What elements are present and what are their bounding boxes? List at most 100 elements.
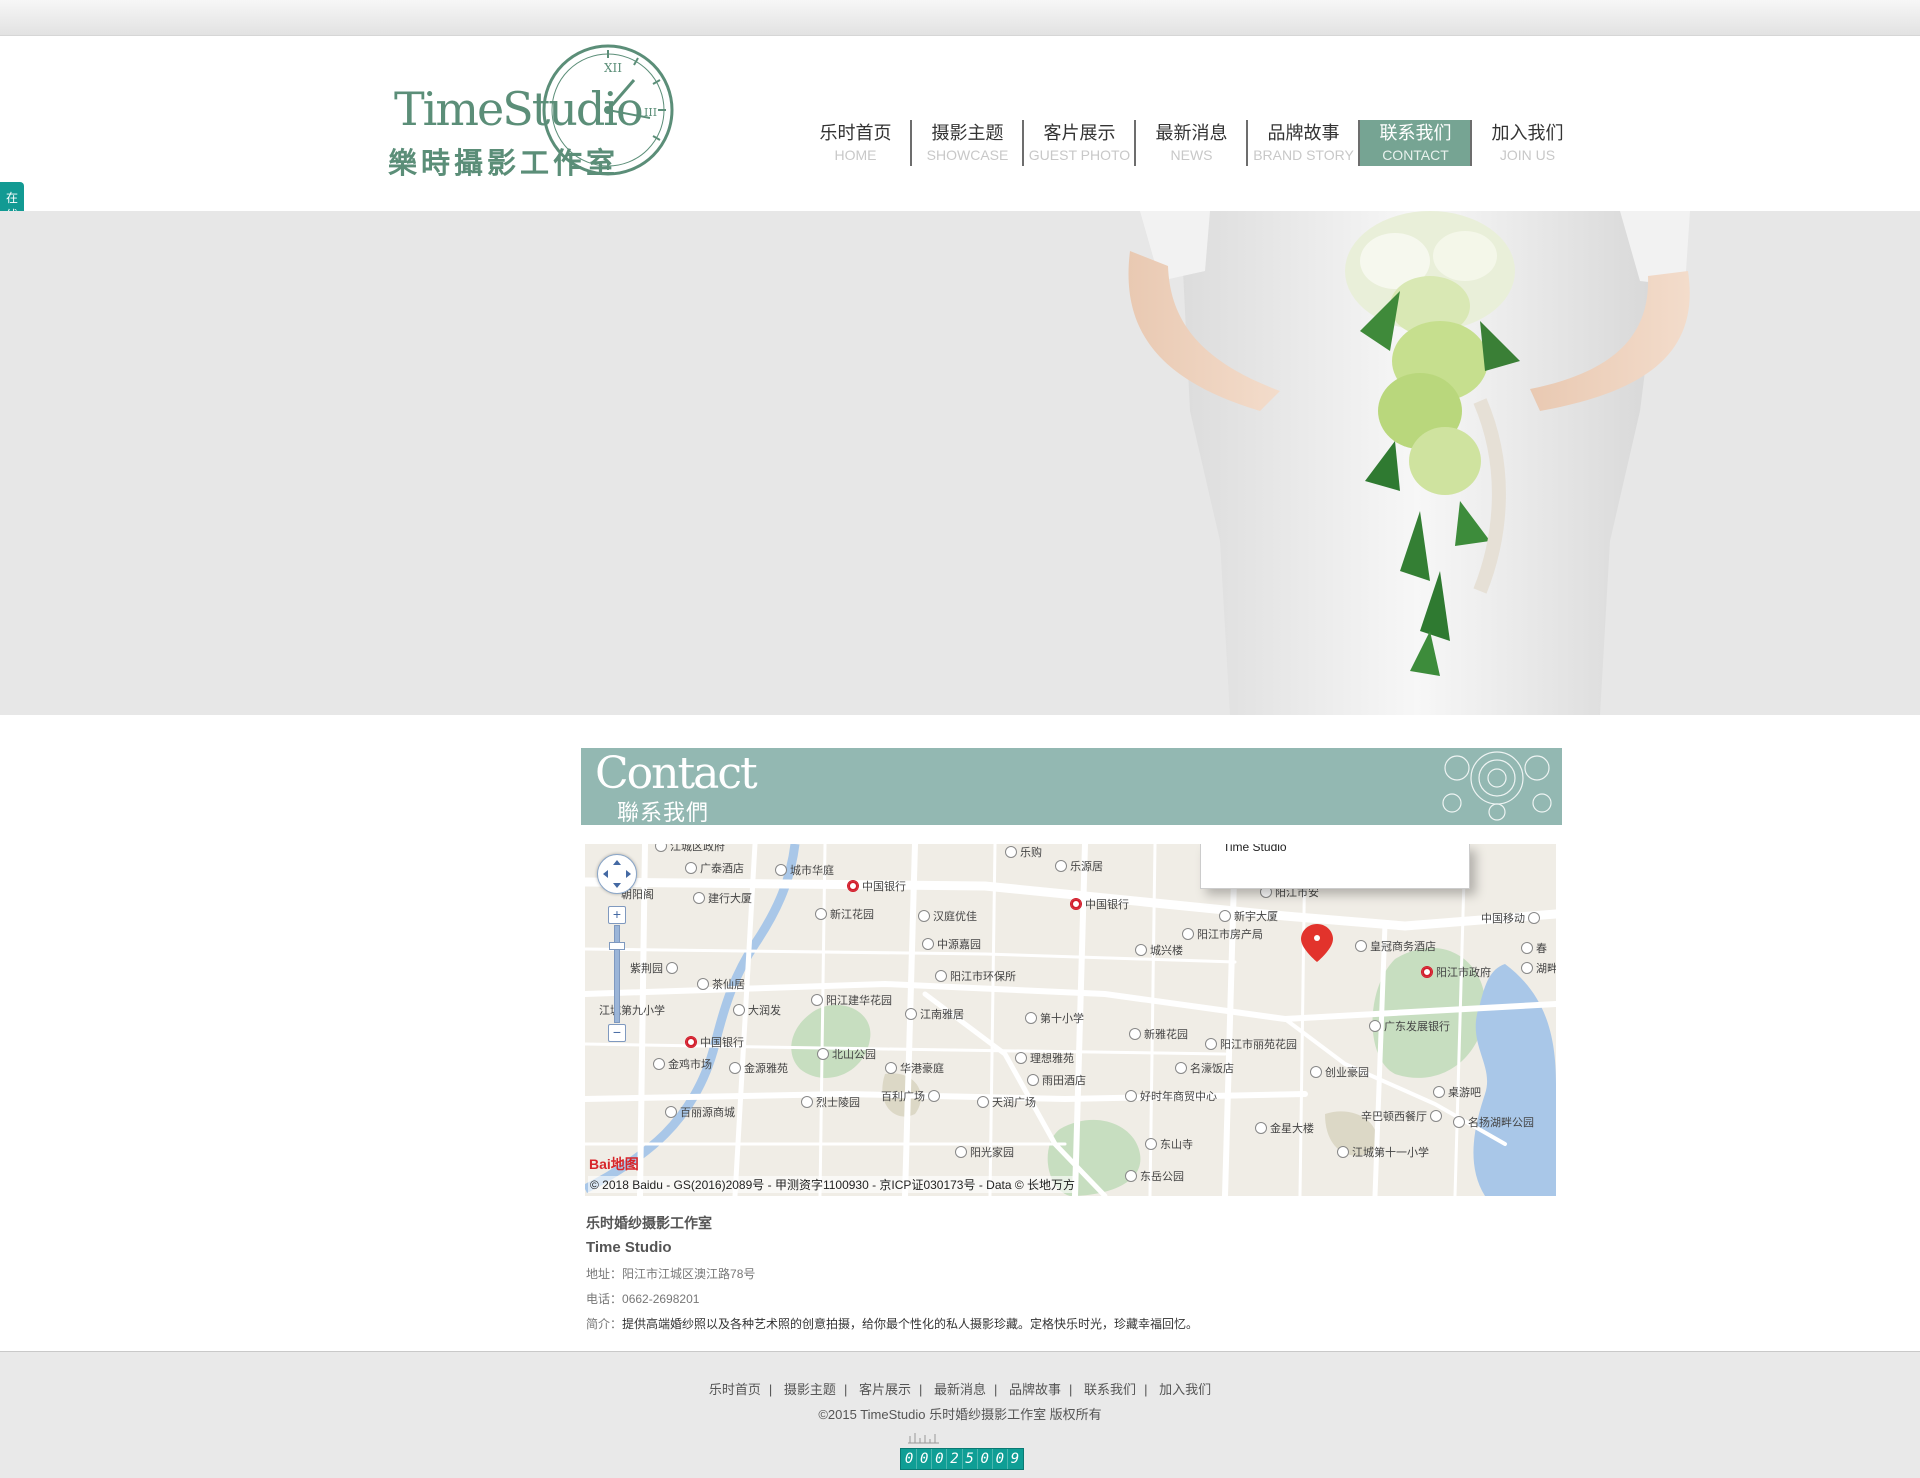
contact-title-en: Contact	[595, 748, 758, 799]
map-poi: 阳江建华花园	[811, 992, 892, 1008]
footer-link-news[interactable]: 最新消息	[934, 1382, 986, 1397]
nav-label-cn: 品牌故事	[1267, 123, 1340, 143]
map-poi: 理想雅苑	[1015, 1050, 1074, 1066]
zoom-slider-handle[interactable]	[609, 942, 625, 950]
contact-info: 乐时婚纱摄影工作室 Time Studio 地址：阳江市江城区澳江路78号 电话…	[586, 1213, 1198, 1333]
site-logo[interactable]: XII III TimeStudio 樂時攝影工作室	[388, 40, 688, 180]
counter-digit: 2	[947, 1449, 963, 1469]
map-poi: 湖畔	[1521, 960, 1556, 976]
map-poi: 名扬湖畔公园	[1453, 1114, 1534, 1130]
map-poi: 中源嘉园	[922, 936, 981, 952]
map-poi: 金源雅苑	[729, 1060, 788, 1076]
map-poi: 名濠饭店	[1175, 1060, 1234, 1076]
svg-text:XII: XII	[604, 61, 622, 75]
address-label: 地址：	[586, 1267, 623, 1281]
map-poi: 金鸡市场	[653, 1056, 712, 1072]
map-copyright: © 2018 Baidu - GS(2016)2089号 - 甲测资字11009…	[588, 1176, 1078, 1193]
footer-link-brand-story[interactable]: 品牌故事	[1009, 1382, 1061, 1397]
footer-link-home[interactable]: 乐时首页	[709, 1382, 761, 1397]
nav-label-en: GUEST PHOTO	[1028, 147, 1131, 163]
map-poi: 城兴楼	[1135, 942, 1183, 958]
hero-banner	[0, 211, 1920, 715]
nav-label-cn: 乐时首页	[819, 123, 892, 143]
map-poi: 金星大楼	[1255, 1120, 1314, 1136]
nav-label-en: HOME	[834, 147, 877, 163]
map-poi: 辛巴顿西餐厅	[1361, 1108, 1445, 1124]
intro-label: 简介：	[586, 1317, 623, 1331]
nav-label-en: SHOWCASE	[926, 147, 1009, 163]
nav-item-news[interactable]: 最新消息 NEWS	[1136, 120, 1248, 166]
contact-title-cn: 聯系我們	[617, 800, 710, 825]
map-poi: 江城第十一小学	[1337, 1144, 1429, 1160]
bride-bouquet-illustration	[1128, 211, 1690, 715]
nav-item-showcase[interactable]: 摄影主题 SHOWCASE	[912, 120, 1024, 166]
map-poi: 茶仙居	[697, 976, 745, 992]
site-footer: 乐时首页 | 摄影主题 | 客片展示 | 最新消息 | 品牌故事 | 联系我们 | 加入我们…	[0, 1351, 1920, 1478]
top-bar	[0, 0, 1920, 36]
phone-label: 电话：	[586, 1292, 623, 1306]
map-poi: 烈士陵园	[801, 1094, 860, 1110]
map-poi: 广东发展银行	[1369, 1018, 1450, 1034]
nav-label-cn: 联系我们	[1379, 123, 1452, 143]
contact-section-header: Contact 聯系我們	[581, 748, 1562, 825]
map-poi: 阳江市环保所	[935, 968, 1016, 984]
brand-name-cn: 樂時攝影工作室	[388, 146, 620, 180]
map-poi: 桌游吧	[1433, 1084, 1481, 1100]
nav-label-en: BRAND STORY	[1253, 147, 1354, 163]
counter-digit: 0	[917, 1449, 933, 1469]
nav-item-brand-story[interactable]: 品牌故事 BRAND STORY	[1248, 120, 1360, 166]
footer-copyright: ©2015 TimeStudio 乐时婚纱摄影工作室 版权所有	[818, 1407, 1102, 1422]
map-poi: 新雅花园	[1129, 1026, 1188, 1042]
map-poi: 阳江市房产局	[1182, 926, 1263, 942]
map-poi: 北山公园	[817, 1046, 876, 1062]
map-poi: 江南雅居	[905, 1006, 964, 1022]
footer-link-contact[interactable]: 联系我们	[1084, 1382, 1136, 1397]
phone-value: 0662-2698201	[622, 1292, 700, 1306]
visitor-counter: 0 0 0 2 5 0 0 9	[900, 1448, 1024, 1470]
nav-label-cn: 客片展示	[1043, 123, 1116, 143]
footer-link-showcase[interactable]: 摄影主题	[784, 1382, 836, 1397]
map-poi: 紫荆园	[630, 960, 681, 976]
map-poi: 东山寺	[1145, 1136, 1193, 1152]
footer-links: 乐时首页 | 摄影主题 | 客片展示 | 最新消息 | 品牌故事 | 联系我们 | 加入我们	[708, 1382, 1212, 1397]
map-poi: 百丽源商城	[665, 1104, 735, 1120]
nav-item-home[interactable]: 乐时首页 HOME	[800, 120, 912, 166]
nav-item-contact[interactable]: 联系我们 CONTACT	[1360, 120, 1472, 166]
map-poi-bank: 中国银行	[685, 1034, 744, 1050]
zoom-out-button[interactable]: −	[608, 1024, 626, 1042]
counter-digit: 0	[902, 1449, 918, 1469]
counter-digit: 0	[993, 1449, 1008, 1469]
baidu-map-logo[interactable]: Bai地图	[589, 1154, 639, 1174]
map-pan-icon[interactable]	[597, 854, 637, 894]
zoom-track[interactable]	[614, 925, 620, 1023]
map-poi: 东岳公园	[1125, 1168, 1184, 1184]
map-poi: 第十小学	[1025, 1010, 1084, 1026]
footer-link-guest-photo[interactable]: 客片展示	[859, 1382, 911, 1397]
map-poi: 建行大厦	[693, 890, 752, 906]
map-zoom-control: + −	[597, 854, 637, 1054]
map-poi: 乐购	[1005, 844, 1042, 860]
map-poi: 阳江市丽苑花园	[1205, 1036, 1297, 1052]
map-poi: 创业豪园	[1310, 1064, 1369, 1080]
zoom-in-button[interactable]: +	[608, 906, 626, 924]
address-value: 阳江市江城区澳江路78号	[622, 1267, 756, 1281]
map-poi: 阳江市政府	[1421, 964, 1491, 980]
location-map[interactable]: 江城区政府 乐购 广泰酒店 城市华庭 乐源居 中国银行 中国银行 阳江市安 朝阳…	[585, 844, 1556, 1196]
map-poi: 好时年商贸中心	[1125, 1088, 1217, 1104]
map-poi: 皇冠商务酒店	[1355, 938, 1436, 954]
studio-name-cn: 乐时婚纱摄影工作室	[586, 1215, 712, 1231]
nav-item-join-us[interactable]: 加入我们 JOIN US	[1472, 120, 1583, 166]
address-row: 地址：阳江市江城区澳江路78号	[586, 1266, 1198, 1283]
nav-item-guest-photo[interactable]: 客片展示 GUEST PHOTO	[1024, 120, 1136, 166]
stats-icon[interactable]	[906, 1430, 942, 1444]
counter-digit: 0	[978, 1449, 993, 1469]
map-info-window[interactable]: Time Studio	[1200, 844, 1470, 889]
map-poi-bank: 中国银行	[847, 878, 906, 894]
map-poi: 新宇大厦	[1219, 908, 1278, 924]
map-poi: 乐源居	[1055, 858, 1103, 874]
nav-label-en: CONTACT	[1382, 147, 1449, 163]
main-nav: 乐时首页 HOME 摄影主题 SHOWCASE 客片展示 GUEST PHOTO…	[800, 120, 1584, 166]
map-poi: 天润广场	[977, 1094, 1036, 1110]
map-poi: 中国移动	[1481, 910, 1543, 926]
footer-link-join-us[interactable]: 加入我们	[1159, 1382, 1211, 1397]
